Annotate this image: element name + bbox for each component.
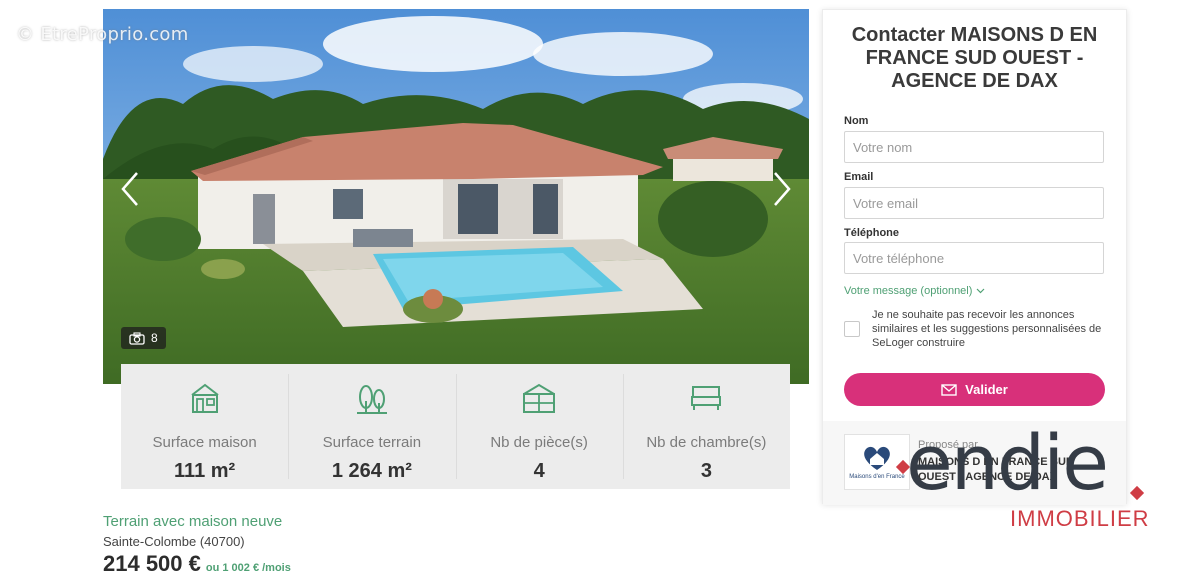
feature-label: Nb de chambre(s): [646, 434, 767, 451]
chevron-down-icon: [976, 288, 985, 294]
price-row: 214 500 € ou 1 002 € /mois: [103, 551, 291, 577]
consent-checkbox[interactable]: [844, 321, 860, 337]
feature-value: 1 264 m²: [331, 460, 412, 482]
listing-location: Sainte-Colombe (40700): [103, 534, 245, 549]
listing-type: Terrain avec maison neuve: [103, 513, 283, 530]
gallery-next-button[interactable]: [767, 167, 797, 211]
phone-label: Téléphone: [844, 227, 900, 239]
features-panel: Surface maison 111 m² Surface terrain 1 …: [121, 364, 790, 489]
feature-label: Nb de pièce(s): [490, 434, 588, 451]
chevron-right-icon: [774, 172, 791, 206]
floorplan-icon: [523, 383, 556, 413]
brand-tagline: IMMOBILIER: [1010, 506, 1150, 531]
feature-surface-maison: Surface maison 111 m²: [121, 364, 288, 489]
trees-icon: [356, 385, 387, 414]
message-toggle-label: Votre message (optionnel): [844, 285, 973, 297]
gallery-prev-button[interactable]: [115, 167, 145, 211]
phone-input[interactable]: [844, 242, 1104, 274]
property-photo: [103, 9, 809, 384]
feature-surface-terrain: Surface terrain 1 264 m²: [288, 364, 455, 489]
consent-text: Je ne souhaite pas recevoir les annonces…: [872, 309, 1102, 349]
house-icon: [191, 383, 219, 413]
submit-button[interactable]: Valider: [844, 373, 1105, 406]
chevron-left-icon: [121, 172, 138, 206]
photo-gallery[interactable]: 8: [103, 9, 809, 384]
submit-label: Valider: [965, 382, 1008, 397]
feature-label: Surface maison: [152, 434, 257, 451]
price: 214 500 €: [103, 551, 201, 576]
monthly-payment-link[interactable]: ou 1 002 € /mois: [206, 562, 291, 574]
feature-chambres: Nb de chambre(s) 3: [622, 364, 790, 489]
watermark: © EtreProprio.com: [16, 24, 189, 45]
feature-value: 3: [700, 460, 712, 482]
listing-page: 8 © EtreProprio.com Surface maison 111 m…: [0, 0, 1200, 582]
name-label: Nom: [844, 115, 869, 127]
envelope-icon: [941, 383, 957, 396]
feature-value: 4: [533, 460, 545, 482]
heart-logo-icon: [864, 446, 890, 470]
brand-name: endie: [906, 418, 1109, 507]
email-input[interactable]: [844, 187, 1104, 219]
email-label: Email: [844, 171, 874, 183]
name-input[interactable]: [844, 131, 1104, 163]
feature-label: Surface terrain: [322, 434, 422, 451]
brand-dot-right: [1129, 485, 1145, 501]
photo-count-badge[interactable]: 8: [121, 327, 166, 349]
photo-count-value: 8: [151, 331, 158, 345]
message-toggle[interactable]: Votre message (optionnel): [844, 285, 985, 297]
brand-logo: endie IMMOBILIER: [890, 418, 1150, 538]
feature-value: 111 m²: [174, 460, 236, 482]
contact-title: Contacter MAISONS D EN FRANCE SUD OUEST …: [851, 24, 1098, 92]
camera-icon: [129, 331, 145, 345]
bed-icon: [691, 386, 722, 410]
feature-pieces: Nb de pièce(s) 4: [455, 364, 623, 489]
